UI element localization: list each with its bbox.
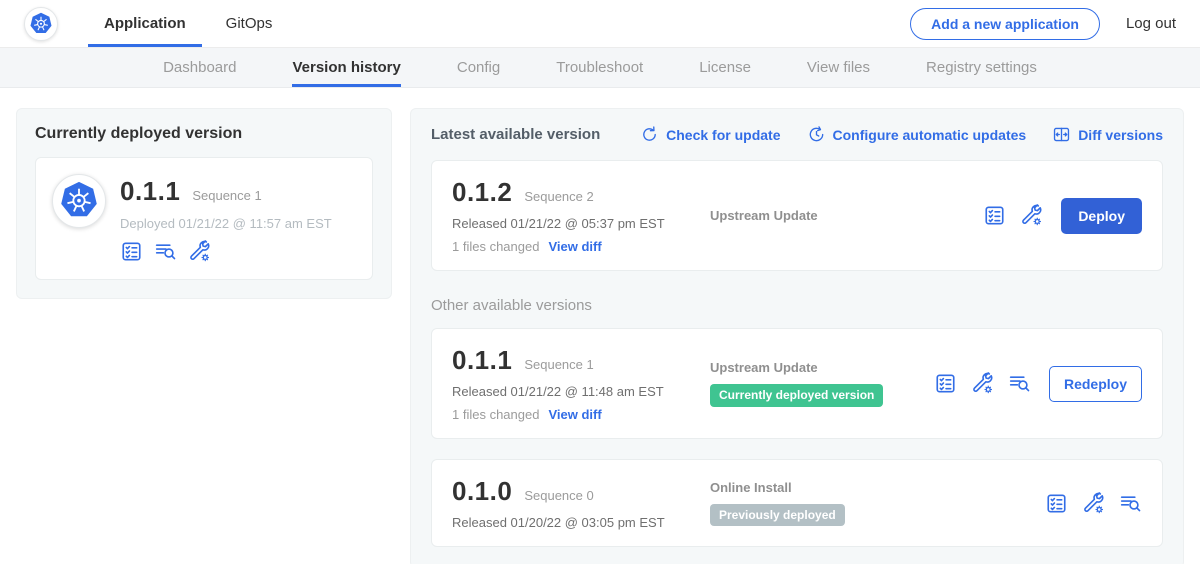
- preflight-checklist-icon[interactable]: [983, 204, 1006, 227]
- version-actions: Redeploy: [934, 366, 1142, 402]
- version-sequence: Sequence 0: [524, 488, 593, 503]
- version-number: 0.1.1: [452, 345, 512, 376]
- latest-version-slot: 0.1.2 Sequence 2 Released 01/21/22 @ 05:…: [431, 160, 1163, 271]
- sub-nav-item-license[interactable]: License: [699, 48, 751, 87]
- version-card: 0.1.1 Sequence 1 Released 01/21/22 @ 11:…: [431, 328, 1163, 439]
- app-logo: [52, 174, 106, 228]
- preflight-checklist-icon[interactable]: [1045, 492, 1068, 515]
- version-released-timestamp: Released 01/21/22 @ 11:48 am EST: [452, 384, 710, 399]
- preflight-checklist-icon[interactable]: [934, 372, 957, 395]
- config-wrench-icon[interactable]: [1020, 204, 1043, 227]
- other-versions-slot: 0.1.1 Sequence 1 Released 01/21/22 @ 11:…: [431, 328, 1163, 547]
- version-history-actions: Check for update Configure automatic upda…: [640, 125, 1163, 144]
- version-history-header: Latest available version Check for updat…: [431, 125, 1163, 144]
- deploy-logs-icon[interactable]: [154, 240, 177, 263]
- deployed-version-card: 0.1.1 Sequence 1 Deployed 01/21/22 @ 11:…: [35, 157, 373, 280]
- top-nav-right: Add a new application Log out: [910, 0, 1176, 47]
- preflight-checklist-icon[interactable]: [120, 240, 143, 263]
- version-number: 0.1.2: [452, 177, 512, 208]
- version-sequence: Sequence 2: [524, 189, 593, 204]
- main-content: Currently deployed version 0.1.1 Sequenc…: [0, 88, 1200, 564]
- version-released-timestamp: Released 01/21/22 @ 05:37 pm EST: [452, 216, 710, 231]
- deployed-timestamp: Deployed 01/21/22 @ 11:57 am EST: [120, 216, 332, 231]
- deploy-logs-icon[interactable]: [1008, 372, 1031, 395]
- currently-deployed-title: Currently deployed version: [35, 125, 373, 143]
- version-status-badge: Previously deployed: [710, 504, 845, 526]
- other-versions-title: Other available versions: [431, 297, 1163, 314]
- version-actions: Deploy: [983, 198, 1142, 234]
- view-diff-link[interactable]: View diff: [548, 407, 601, 422]
- version-history-panel: Latest available version Check for updat…: [410, 108, 1184, 564]
- config-wrench-icon[interactable]: [971, 372, 994, 395]
- sub-nav-item-troubleshoot[interactable]: Troubleshoot: [556, 48, 643, 87]
- redeploy-button[interactable]: Redeploy: [1049, 366, 1142, 402]
- version-released-timestamp: Released 01/20/22 @ 03:05 pm EST: [452, 515, 710, 530]
- add-application-button[interactable]: Add a new application: [910, 8, 1100, 40]
- sub-nav-item-dashboard[interactable]: Dashboard: [163, 48, 236, 87]
- action-label: Configure automatic updates: [833, 127, 1027, 143]
- action-label: Diff versions: [1078, 127, 1163, 143]
- kubernetes-logo: [24, 7, 58, 41]
- sub-nav-item-config[interactable]: Config: [457, 48, 500, 87]
- version-source-label: Online Install: [710, 480, 792, 495]
- version-card: 0.1.0 Sequence 0 Released 01/20/22 @ 03:…: [431, 459, 1163, 547]
- configure-automatic-updates-link[interactable]: Configure automatic updates: [807, 125, 1027, 144]
- top-nav-tabs: ApplicationGitOps: [88, 0, 288, 47]
- view-diff-link[interactable]: View diff: [548, 239, 601, 254]
- deployed-version-sequence: Sequence 1: [192, 188, 261, 203]
- version-status-badge: Currently deployed version: [710, 384, 883, 406]
- version-source-label: Upstream Update: [710, 208, 818, 223]
- action-label: Check for update: [666, 127, 780, 143]
- top-tab-application[interactable]: Application: [88, 0, 202, 47]
- files-changed-label: 1 files changed: [452, 239, 539, 254]
- top-tab-gitops[interactable]: GitOps: [210, 0, 289, 47]
- currently-deployed-card: Currently deployed version 0.1.1 Sequenc…: [16, 108, 392, 299]
- deployed-version-number: 0.1.1: [120, 176, 180, 207]
- config-wrench-icon[interactable]: [188, 240, 211, 263]
- version-sequence: Sequence 1: [524, 357, 593, 372]
- deploy-logs-icon[interactable]: [1119, 492, 1142, 515]
- deploy-button[interactable]: Deploy: [1061, 198, 1142, 234]
- latest-available-title: Latest available version: [431, 126, 600, 143]
- files-changed-label: 1 files changed: [452, 407, 539, 422]
- version-card: 0.1.2 Sequence 2 Released 01/21/22 @ 05:…: [431, 160, 1163, 271]
- app-sub-nav: Dashboard Version history Config Troublesho…: [0, 48, 1200, 88]
- logout-button[interactable]: Log out: [1126, 15, 1176, 32]
- check-for-update-link[interactable]: Check for update: [640, 125, 780, 144]
- sub-nav-item-view-files[interactable]: View files: [807, 48, 870, 87]
- schedule-update-icon: [807, 125, 826, 144]
- diff-versions-link[interactable]: Diff versions: [1052, 125, 1163, 144]
- top-nav: ApplicationGitOps Add a new application …: [0, 0, 1200, 48]
- version-source-label: Upstream Update: [710, 360, 818, 375]
- brand: [24, 0, 58, 47]
- config-wrench-icon[interactable]: [1082, 492, 1105, 515]
- sub-nav-item-registry-settings[interactable]: Registry settings: [926, 48, 1037, 87]
- deployed-icon-row: [120, 240, 332, 263]
- refresh-icon: [640, 125, 659, 144]
- sub-nav-item-version-history[interactable]: Version history: [292, 48, 400, 87]
- version-number: 0.1.0: [452, 476, 512, 507]
- diff-icon: [1052, 125, 1071, 144]
- version-actions: [1045, 492, 1142, 515]
